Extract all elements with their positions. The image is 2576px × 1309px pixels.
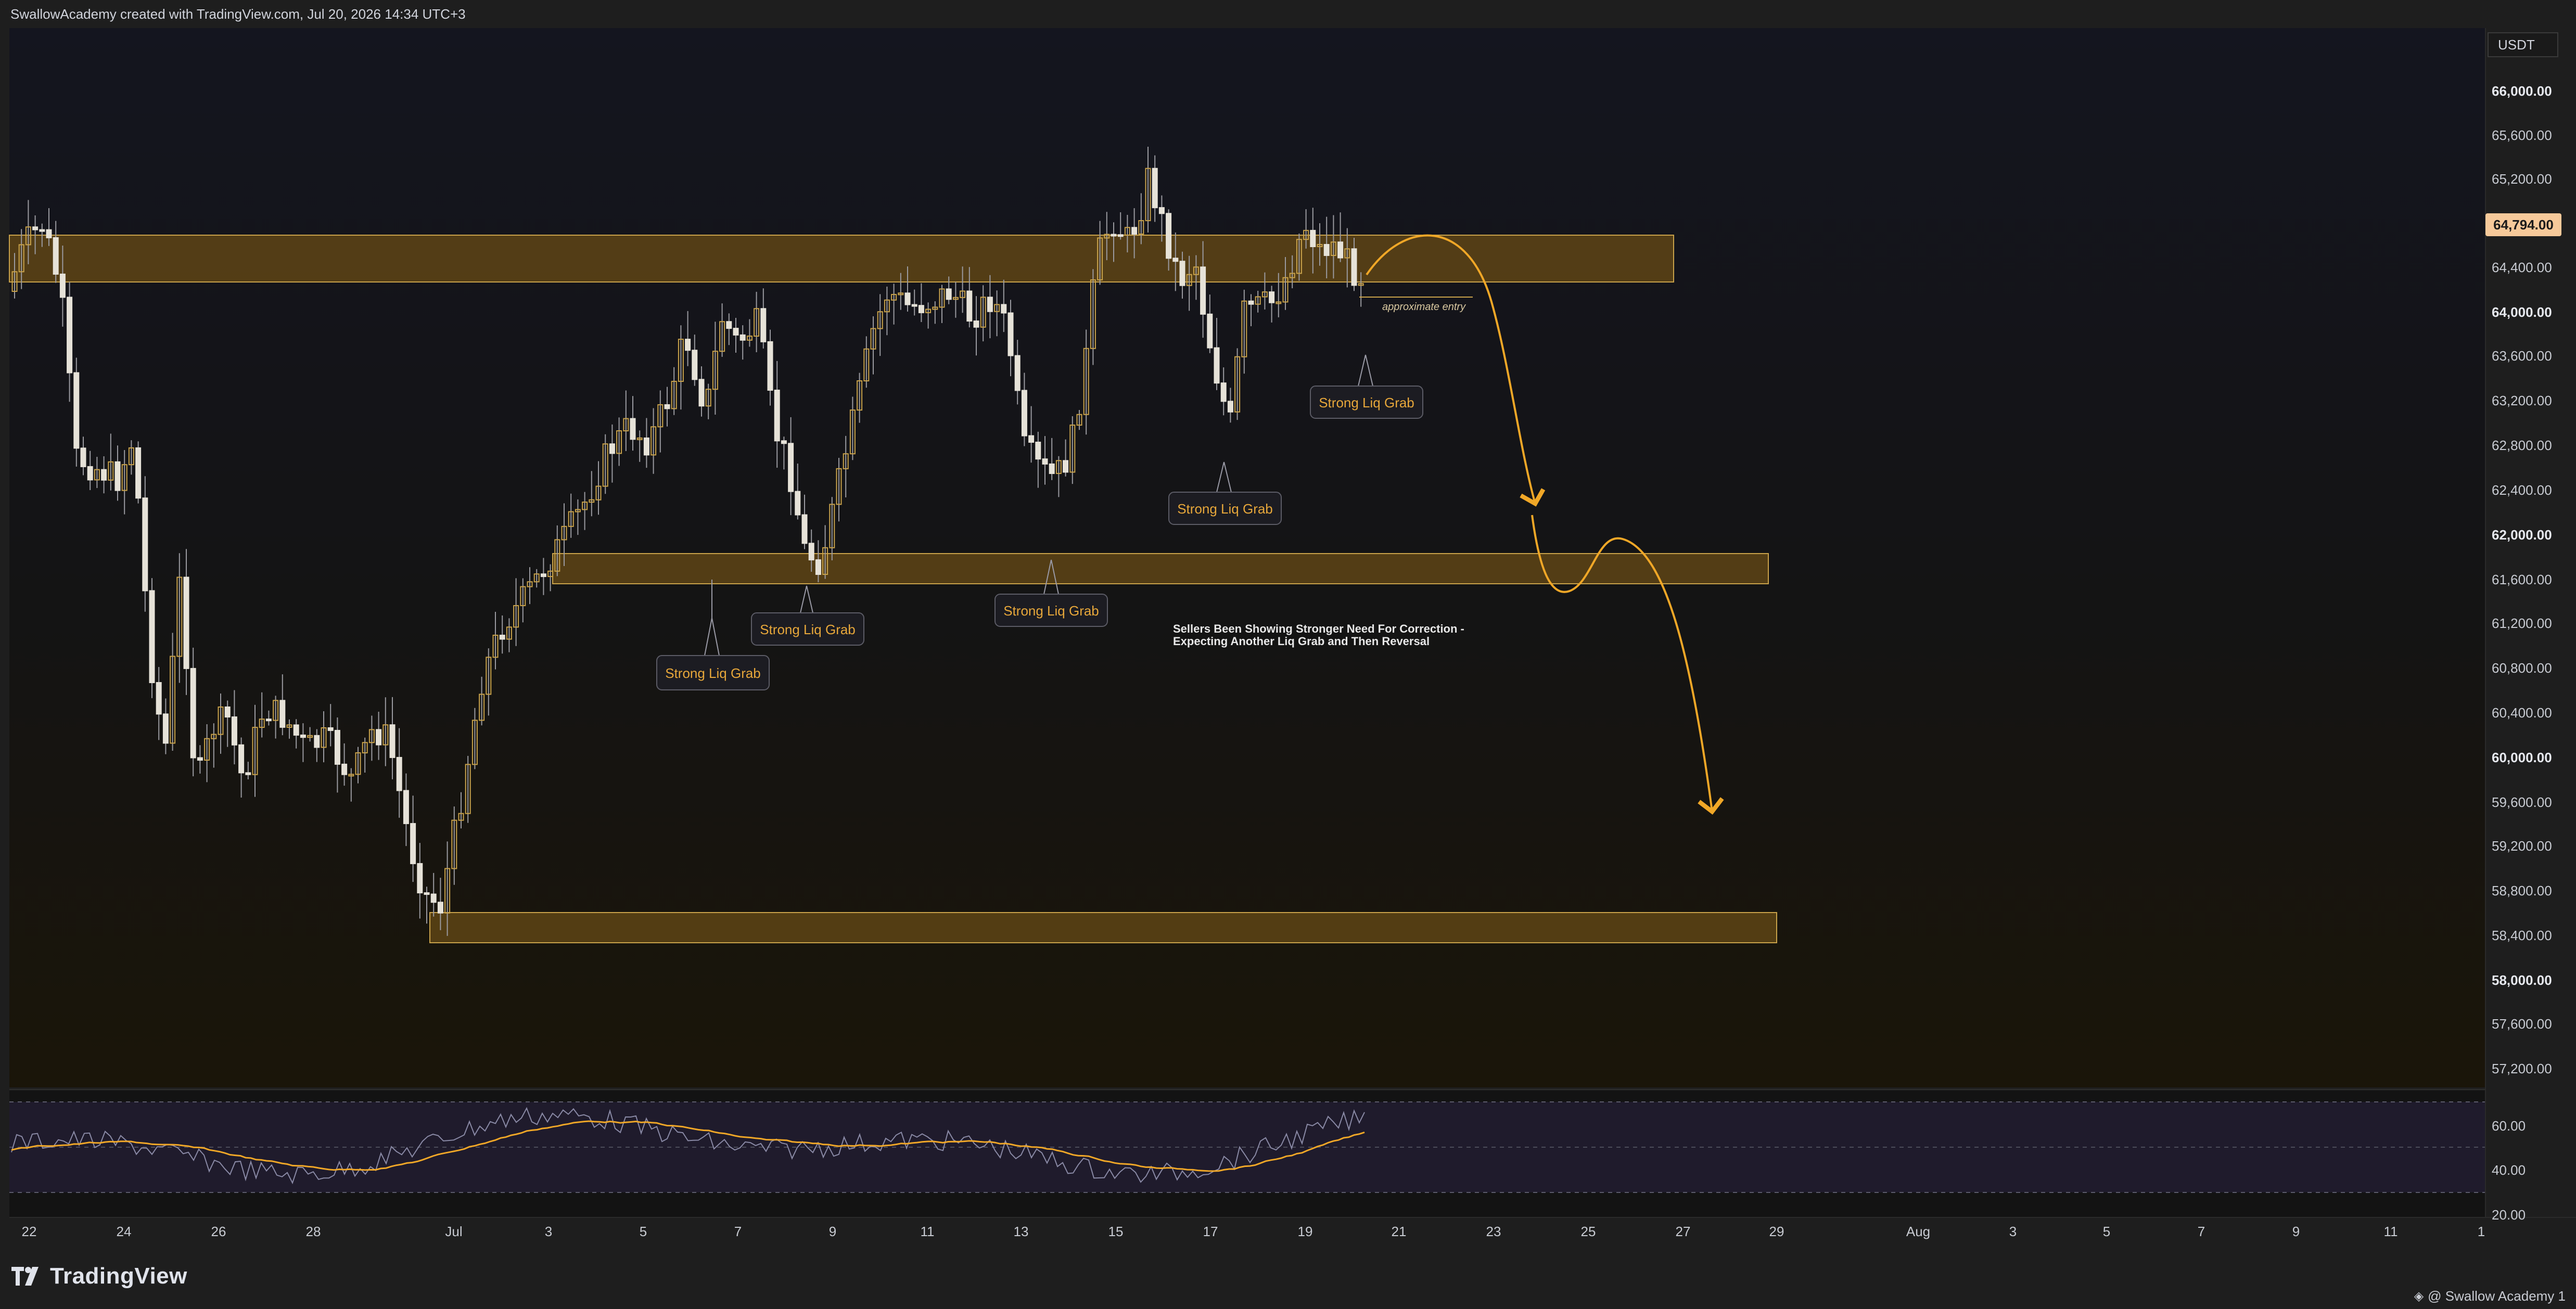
diamond-icon: ◈ — [2414, 1289, 2424, 1303]
time-axis-label: 23 — [1486, 1224, 1501, 1239]
time-axis-label: 22 — [22, 1224, 37, 1239]
price-axis-label: 64,000.00 — [2492, 304, 2552, 320]
liq-grab-label-4: Strong Liq Grab — [1177, 501, 1273, 517]
time-axis-label: 25 — [1581, 1224, 1596, 1239]
price-axis-label: 64,400.00 — [2492, 260, 2552, 275]
chart-window: SwallowAcademy created with TradingView.… — [0, 0, 2576, 1309]
time-axis-label: 5 — [640, 1224, 647, 1239]
rsi-label-20: 20.00 — [2492, 1207, 2526, 1223]
liq-grab-label-3: Strong Liq Grab — [1003, 603, 1099, 619]
price-axis-label: 59,200.00 — [2492, 838, 2552, 854]
price-axis-label: 61,200.00 — [2492, 615, 2552, 631]
price-axis-label: 58,400.00 — [2492, 928, 2552, 943]
liq-grab-label-5: Strong Liq Grab — [1319, 395, 1414, 410]
mid-support-zone[interactable] — [552, 553, 1769, 584]
candle — [149, 578, 155, 698]
time-axis-label: 28 — [306, 1224, 321, 1239]
tradingview-logo[interactable]: TradingView — [11, 1263, 187, 1289]
time-axis-label: 1 — [2478, 1224, 2485, 1239]
price-axis-label: 59,600.00 — [2492, 794, 2552, 810]
time-axis-label: Aug — [1906, 1224, 1930, 1239]
price-axis-label: 57,200.00 — [2492, 1061, 2552, 1076]
footer-credit-text: @ Swallow Academy 1 — [2428, 1288, 2566, 1304]
analysis-note-line1: Sellers Been Showing Stronger Need For C… — [1173, 622, 1464, 635]
rsi-label-60: 60.00 — [2492, 1118, 2526, 1134]
current-price-tag: 64,794.00 — [2485, 213, 2561, 236]
resistance-zone[interactable] — [9, 235, 1674, 283]
time-axis-label: 15 — [1108, 1224, 1124, 1239]
time-axis-label: 3 — [2009, 1224, 2017, 1239]
time-axis-label: 7 — [2198, 1224, 2205, 1239]
liq-grab-label-1: Strong Liq Grab — [665, 665, 761, 681]
candle — [135, 441, 142, 504]
price-axis-label: 60,000.00 — [2492, 750, 2552, 765]
analysis-note-line2: Expecting Another Liq Grab and Then Reve… — [1173, 635, 1430, 648]
time-axis-label: 26 — [211, 1224, 226, 1239]
price-axis-label: 63,200.00 — [2492, 393, 2552, 408]
price-axis-label: 58,800.00 — [2492, 883, 2552, 899]
price-axis-label: 61,600.00 — [2492, 572, 2552, 587]
price-axis-label: 62,000.00 — [2492, 527, 2552, 543]
price-axis-label: 66,000.00 — [2492, 83, 2552, 99]
tradingview-logo-icon — [11, 1267, 39, 1286]
tradingview-logo-text: TradingView — [50, 1263, 187, 1289]
time-axis-label: 9 — [829, 1224, 836, 1239]
time-axis-label: Jul — [445, 1224, 462, 1239]
price-axis-label: 65,200.00 — [2492, 171, 2552, 187]
time-axis-label: 5 — [2103, 1224, 2110, 1239]
time-axis[interactable]: 22 24 26 28 Jul 3 5 7 9 11 13 15 17 19 21 23 25 27 29 Aug 3 5… — [22, 1224, 2485, 1239]
approximate-entry-label: approximate entry — [1382, 301, 1466, 313]
price-axis-label: 60,400.00 — [2492, 705, 2552, 721]
price-axis-label: 60,800.00 — [2492, 660, 2552, 676]
footer-credit: ◈ @ Swallow Academy 1 — [2414, 1288, 2566, 1304]
time-axis-label: 27 — [1676, 1224, 1691, 1239]
price-axis-label: 62,800.00 — [2492, 438, 2552, 453]
time-axis-label: 29 — [1769, 1224, 1784, 1239]
time-axis-label: 3 — [545, 1224, 552, 1239]
time-axis-label: 11 — [921, 1224, 935, 1239]
currency-badge[interactable]: USDT — [2488, 32, 2558, 57]
time-axis-label: 19 — [1298, 1224, 1313, 1239]
liq-grab-label-2: Strong Liq Grab — [760, 622, 856, 637]
chart-canvas[interactable]: Strong Liq Grab Strong Liq Grab Strong L… — [0, 0, 2576, 1309]
time-axis-label: 21 — [1392, 1224, 1407, 1239]
price-axis-label: 57,600.00 — [2492, 1016, 2552, 1032]
time-axis-label: 11 — [2384, 1224, 2398, 1239]
time-axis-label: 7 — [734, 1224, 742, 1239]
rsi-label-40: 40.00 — [2492, 1162, 2526, 1178]
time-axis-label: 24 — [117, 1224, 132, 1239]
lower-support-zone[interactable] — [429, 912, 1777, 943]
price-axis-label: 65,600.00 — [2492, 127, 2552, 143]
time-axis-label: 17 — [1203, 1224, 1218, 1239]
price-axis-label: 62,400.00 — [2492, 482, 2552, 498]
time-axis-label: 13 — [1014, 1224, 1029, 1239]
time-axis-label: 9 — [2292, 1224, 2300, 1239]
price-axis-label: 58,000.00 — [2492, 972, 2552, 988]
price-axis-label: 63,600.00 — [2492, 348, 2552, 364]
rsi-band — [9, 1102, 2485, 1192]
